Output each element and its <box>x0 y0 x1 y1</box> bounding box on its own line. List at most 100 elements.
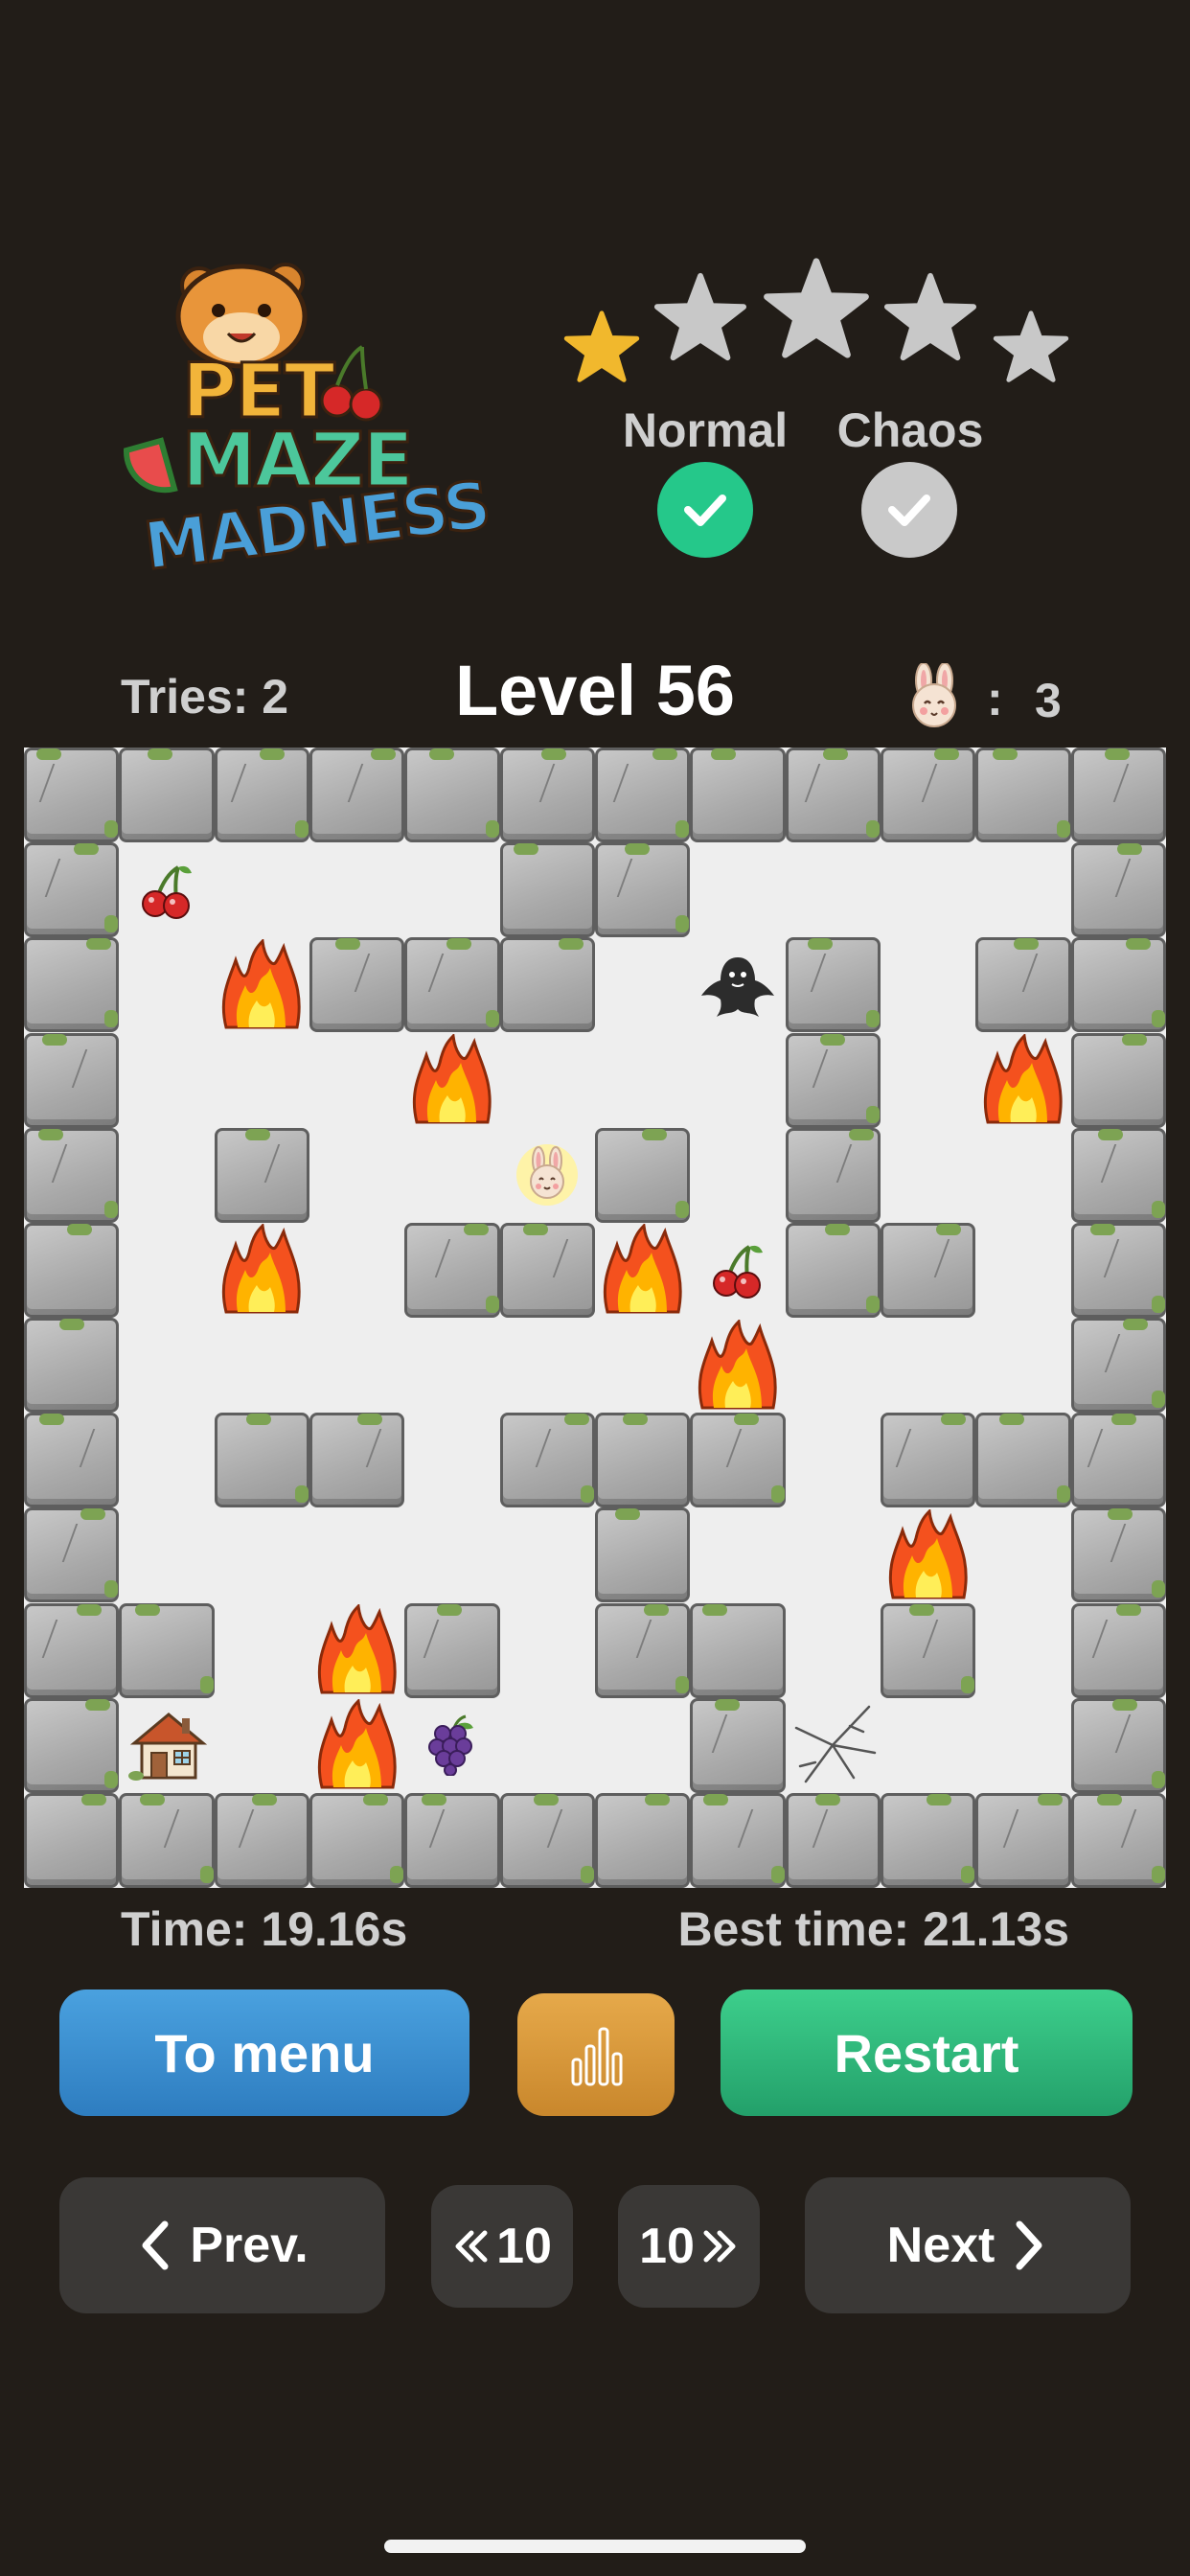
stone-wall-block <box>404 937 500 1033</box>
stone-wall-block <box>24 937 120 1033</box>
stone-wall-block <box>1070 1318 1166 1414</box>
chevron-right-icon <box>1016 2220 1042 2270</box>
chevron-left-icon <box>142 2220 169 2270</box>
stone-wall-block <box>975 748 1071 843</box>
stone-wall-block <box>24 1697 120 1793</box>
stone-wall-block <box>1070 937 1166 1033</box>
mode-normal-check-icon[interactable] <box>657 462 753 558</box>
back-10-levels-button[interactable]: 10 <box>431 2185 573 2308</box>
stone-wall-block <box>24 1127 120 1223</box>
stone-wall-block <box>690 1413 786 1508</box>
stone-wall-block <box>1070 1602 1166 1698</box>
fire-hazard-icon <box>215 937 309 1032</box>
fire-hazard-icon <box>404 1033 499 1128</box>
stone-wall-block <box>785 1032 881 1128</box>
floor-crack-icon <box>786 1698 881 1793</box>
stone-wall-block <box>24 1602 120 1698</box>
stone-wall-block <box>881 1413 976 1508</box>
stone-wall-block <box>690 748 786 843</box>
stone-wall-block <box>499 842 595 938</box>
stone-wall-block <box>499 1413 595 1508</box>
stone-wall-block <box>404 748 500 843</box>
stone-wall-block <box>24 1792 120 1888</box>
back-10-label: 10 <box>496 2219 552 2274</box>
stone-wall-block <box>24 842 120 938</box>
fire-hazard-icon <box>975 1033 1070 1128</box>
fire-hazard-icon <box>309 1698 404 1793</box>
stone-wall-block <box>499 1222 597 1318</box>
stone-wall-block <box>881 1222 979 1318</box>
prev-label: Prev. <box>190 2218 309 2273</box>
home-indicator[interactable] <box>384 2540 806 2553</box>
fire-hazard-icon <box>309 1603 404 1698</box>
stone-wall-block <box>309 937 405 1033</box>
stone-wall-block <box>119 1792 215 1888</box>
stone-wall-block <box>595 1507 691 1603</box>
prev-level-button[interactable]: Prev. <box>59 2177 385 2313</box>
to-menu-button[interactable]: To menu <box>59 1990 469 2116</box>
stone-wall-block <box>975 1413 1071 1508</box>
stone-wall-block <box>499 1792 595 1888</box>
level-title: Level 56 <box>454 651 736 730</box>
stone-wall-block <box>975 937 1071 1033</box>
current-time: Time: 19.16s <box>121 1902 408 1956</box>
stone-wall-block <box>785 937 881 1033</box>
stone-wall-block <box>595 1602 691 1698</box>
star-empty-icon <box>993 309 1069 390</box>
restart-label: Restart <box>834 2022 1019 2083</box>
cherry-icon <box>690 1223 785 1318</box>
stone-wall-block <box>214 1127 309 1223</box>
stone-wall-block <box>214 1792 309 1888</box>
stone-wall-block <box>24 1413 125 1508</box>
stone-wall-block <box>690 1697 786 1793</box>
stone-wall-block <box>785 1792 881 1888</box>
mode-chaos-check-icon[interactable] <box>861 462 957 558</box>
stone-wall-block <box>24 1222 120 1318</box>
stone-wall-block <box>595 1792 691 1888</box>
double-chevron-right-icon <box>703 2230 736 2263</box>
stone-wall-block <box>1070 1507 1166 1603</box>
maze-board[interactable] <box>24 748 1166 1888</box>
stone-wall-block <box>1070 1697 1166 1793</box>
stone-wall-block <box>785 748 881 843</box>
stone-wall-block <box>404 1222 500 1318</box>
game-logo: PET MAZE MADNESS <box>115 249 494 613</box>
stone-wall-block <box>690 1602 786 1698</box>
star-empty-icon <box>883 270 977 369</box>
stone-wall-block <box>595 1413 691 1508</box>
stone-wall-block <box>119 748 215 843</box>
stone-wall-block <box>785 1222 881 1318</box>
bar-chart-icon <box>571 2027 623 2086</box>
stone-wall-block <box>1070 1032 1166 1128</box>
forward-10-label: 10 <box>639 2219 695 2274</box>
bunny-player-icon[interactable] <box>500 1128 595 1223</box>
stone-wall-block <box>404 1602 500 1698</box>
fire-hazard-icon <box>690 1318 785 1413</box>
stone-wall-block <box>499 748 595 843</box>
stone-wall-block <box>975 1792 1071 1888</box>
stats-button[interactable] <box>517 1993 675 2116</box>
house-icon <box>119 1698 214 1793</box>
ghost-icon <box>690 937 785 1032</box>
grapes-icon <box>404 1698 499 1793</box>
stone-wall-block <box>119 1602 215 1698</box>
stone-wall-block <box>214 748 309 843</box>
star-filled-icon <box>563 309 640 390</box>
forward-10-levels-button[interactable]: 10 <box>618 2185 760 2308</box>
restart-button[interactable]: Restart <box>721 1990 1133 2116</box>
stone-wall-block <box>595 748 691 843</box>
stone-wall-block <box>404 1792 500 1888</box>
next-level-button[interactable]: Next <box>805 2177 1131 2313</box>
stone-wall-block <box>24 1507 120 1603</box>
stone-wall-block <box>24 1318 120 1414</box>
fire-hazard-icon <box>215 1223 309 1318</box>
lives-count: 3 <box>1035 674 1062 727</box>
stone-wall-block <box>1070 1127 1166 1223</box>
stone-wall-block <box>1070 748 1166 843</box>
stone-wall-block <box>24 748 120 843</box>
star-empty-icon <box>653 270 747 369</box>
fire-hazard-icon <box>595 1223 690 1318</box>
lives-separator: : <box>987 672 1003 725</box>
stone-wall-block <box>309 1413 411 1508</box>
to-menu-label: To menu <box>154 2022 375 2083</box>
